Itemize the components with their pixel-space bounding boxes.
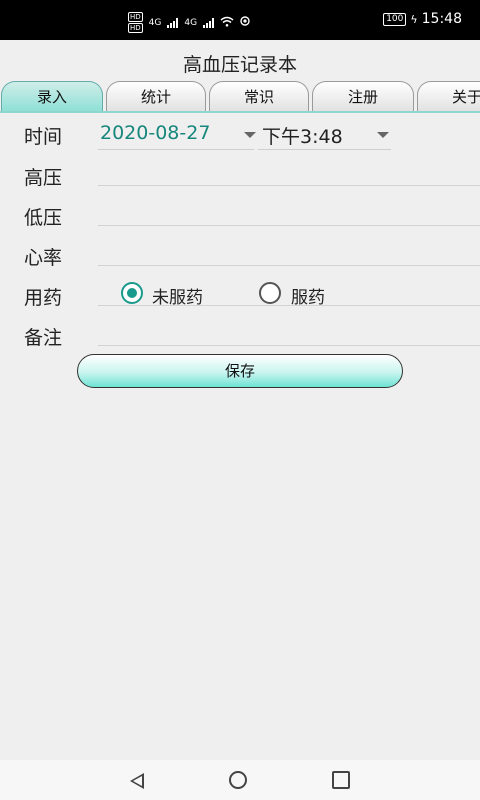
tab-knowledge[interactable]: 常识 — [209, 81, 309, 111]
status-left: HD HD 4G 4G — [128, 12, 250, 33]
hd-badge: HD — [128, 23, 143, 33]
note-label: 备注 — [24, 327, 63, 349]
title-bar: 高血压记录本 — [0, 40, 480, 80]
date-underline — [98, 149, 254, 150]
note-underline — [98, 345, 480, 346]
time-label: 时间 — [24, 126, 63, 148]
network-type: 4G — [148, 17, 162, 28]
medication-label: 用药 — [24, 287, 63, 309]
tab-indicator-line — [0, 111, 480, 113]
tab-register[interactable]: 注册 — [312, 81, 414, 111]
tab-entry[interactable]: 录入 — [1, 81, 103, 111]
save-button[interactable]: 保存 — [77, 354, 403, 388]
clock: 15:48 — [421, 11, 462, 27]
heart-rate-input[interactable] — [100, 240, 470, 264]
vibrate-icon — [240, 16, 250, 29]
time-underline — [258, 149, 391, 150]
radio-not-taken[interactable] — [121, 282, 143, 304]
low-pressure-input[interactable] — [100, 200, 470, 224]
app-title: 高血压记录本 — [182, 54, 297, 76]
high-pressure-input[interactable] — [100, 160, 470, 184]
high-pressure-label: 高压 — [24, 167, 63, 189]
heart-rate-underline — [98, 265, 480, 266]
date-picker[interactable]: 2020-08-27 — [100, 122, 210, 144]
status-right: 100 ϟ 15:48 — [383, 11, 462, 27]
heart-rate-label: 心率 — [24, 247, 63, 269]
battery-icon: 100 — [383, 12, 407, 26]
time-dropdown-icon[interactable] — [377, 132, 389, 138]
recents-icon[interactable] — [332, 771, 350, 789]
charging-icon: ϟ — [410, 12, 418, 26]
back-icon[interactable] — [130, 773, 144, 789]
medication-underline — [98, 305, 480, 306]
signal-icon — [167, 17, 179, 28]
home-icon[interactable] — [229, 771, 247, 789]
status-bar: HD HD 4G 4G 100 ϟ 15:48 — [0, 0, 480, 40]
tab-statistics[interactable]: 统计 — [106, 81, 206, 111]
high-pressure-underline — [98, 185, 480, 186]
low-pressure-label: 低压 — [24, 207, 63, 229]
hd-badge: HD — [128, 12, 143, 22]
date-dropdown-icon[interactable] — [244, 132, 256, 138]
wifi-icon — [220, 16, 234, 30]
radio-taken[interactable] — [259, 282, 281, 304]
signal-icon — [203, 17, 215, 28]
low-pressure-underline — [98, 225, 480, 226]
tab-bar: 录入 统计 常识 注册 关于 — [0, 80, 480, 112]
time-picker[interactable]: 下午3:48 — [262, 122, 343, 149]
tab-about[interactable]: 关于 — [417, 81, 480, 111]
navigation-bar — [0, 760, 480, 800]
note-input[interactable] — [100, 320, 470, 344]
network-type: 4G — [184, 17, 198, 28]
